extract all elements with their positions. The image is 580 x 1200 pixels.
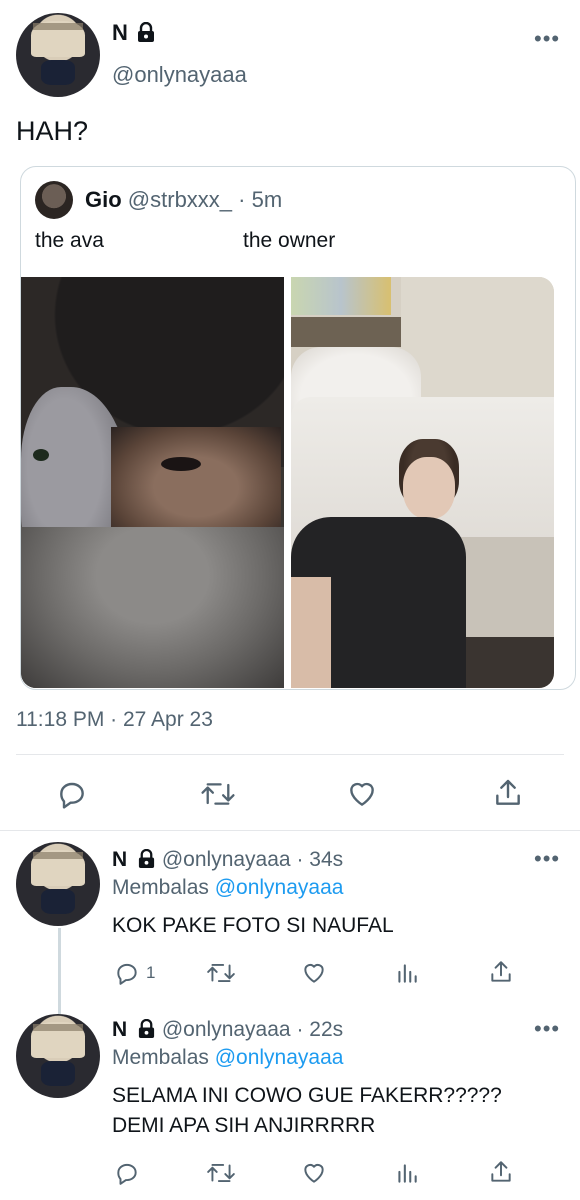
reply-handle[interactable]: @onlynayaaa bbox=[162, 1018, 291, 1041]
reply-header: N @onlynayaaa · 34s bbox=[112, 848, 343, 874]
retweet-icon[interactable] bbox=[200, 778, 236, 810]
reply-text: KOK PAKE FOTO SI NAUFAL bbox=[112, 914, 394, 937]
lock-icon bbox=[137, 1018, 156, 1044]
divider bbox=[0, 830, 580, 831]
replying-to-link[interactable]: @onlynayaaa bbox=[215, 1046, 344, 1069]
reply-display-name[interactable]: N bbox=[112, 1018, 127, 1041]
reply-time: · 22s bbox=[296, 1018, 344, 1041]
replying-label: Membalas bbox=[112, 1046, 209, 1069]
retweet-icon[interactable] bbox=[206, 1160, 236, 1186]
thread-line bbox=[58, 928, 61, 1014]
quoted-tweet[interactable]: Gio @strbxxx_ · 5m the ava the owner bbox=[20, 166, 576, 690]
reply-icon[interactable] bbox=[114, 1160, 140, 1186]
reply-handle[interactable]: @onlynayaaa bbox=[162, 848, 291, 871]
more-icon[interactable]: ••• bbox=[534, 1016, 560, 1042]
caption-left: the ava bbox=[35, 229, 104, 252]
share-icon[interactable] bbox=[488, 958, 514, 986]
replying-to: Membalas @onlynayaaa bbox=[112, 1046, 343, 1070]
timestamp[interactable]: 11:18 PM · 27 Apr 23 bbox=[16, 708, 213, 732]
more-icon[interactable]: ••• bbox=[534, 846, 560, 872]
display-name[interactable]: N bbox=[112, 20, 128, 45]
replying-to-link[interactable]: @onlynayaaa bbox=[215, 876, 344, 899]
like-icon[interactable] bbox=[300, 960, 328, 986]
replying-label: Membalas bbox=[112, 876, 209, 899]
tweet-text: HAH? bbox=[16, 116, 89, 146]
reply-display-name[interactable]: N bbox=[112, 848, 127, 871]
avatar[interactable] bbox=[16, 13, 100, 97]
share-icon[interactable] bbox=[492, 776, 524, 810]
reply-avatar[interactable] bbox=[16, 842, 100, 926]
analytics-icon[interactable] bbox=[394, 1160, 420, 1186]
analytics-icon[interactable] bbox=[394, 960, 420, 986]
more-icon[interactable]: ••• bbox=[534, 26, 560, 52]
author-row: N bbox=[112, 20, 156, 47]
reply-header: N @onlynayaaa · 22s bbox=[112, 1018, 343, 1044]
retweet-icon[interactable] bbox=[206, 960, 236, 986]
reply-avatar[interactable] bbox=[16, 1014, 100, 1098]
reply-count: 1 bbox=[146, 963, 156, 982]
reply-icon[interactable] bbox=[56, 778, 88, 810]
like-icon[interactable] bbox=[345, 778, 379, 810]
divider bbox=[16, 754, 564, 755]
replying-to: Membalas @onlynayaaa bbox=[112, 876, 343, 900]
lock-icon bbox=[136, 21, 156, 47]
reply-text-line1: SELAMA INI COWO GUE FAKERR????? bbox=[112, 1084, 502, 1107]
caption-right: the owner bbox=[243, 229, 336, 252]
reply-time: · 34s bbox=[296, 848, 344, 871]
reply-icon bbox=[114, 960, 140, 986]
reply-button[interactable]: 1 bbox=[114, 960, 155, 986]
quoted-handle: @strbxxx_ bbox=[127, 187, 233, 212]
author-handle[interactable]: @onlynayaaa bbox=[112, 62, 247, 88]
photo-owner[interactable] bbox=[291, 277, 554, 688]
quoted-avatar bbox=[35, 181, 73, 219]
like-icon[interactable] bbox=[300, 1160, 328, 1186]
share-icon[interactable] bbox=[488, 1158, 514, 1186]
quoted-time: · 5m bbox=[238, 187, 283, 212]
quoted-display-name: Gio bbox=[85, 187, 122, 212]
reply-text-line2: DEMI APA SIH ANJIRRRRR bbox=[112, 1114, 376, 1137]
lock-icon bbox=[137, 848, 156, 874]
photo-ava[interactable] bbox=[21, 277, 284, 688]
quoted-header: Gio @strbxxx_ · 5m bbox=[85, 187, 282, 213]
